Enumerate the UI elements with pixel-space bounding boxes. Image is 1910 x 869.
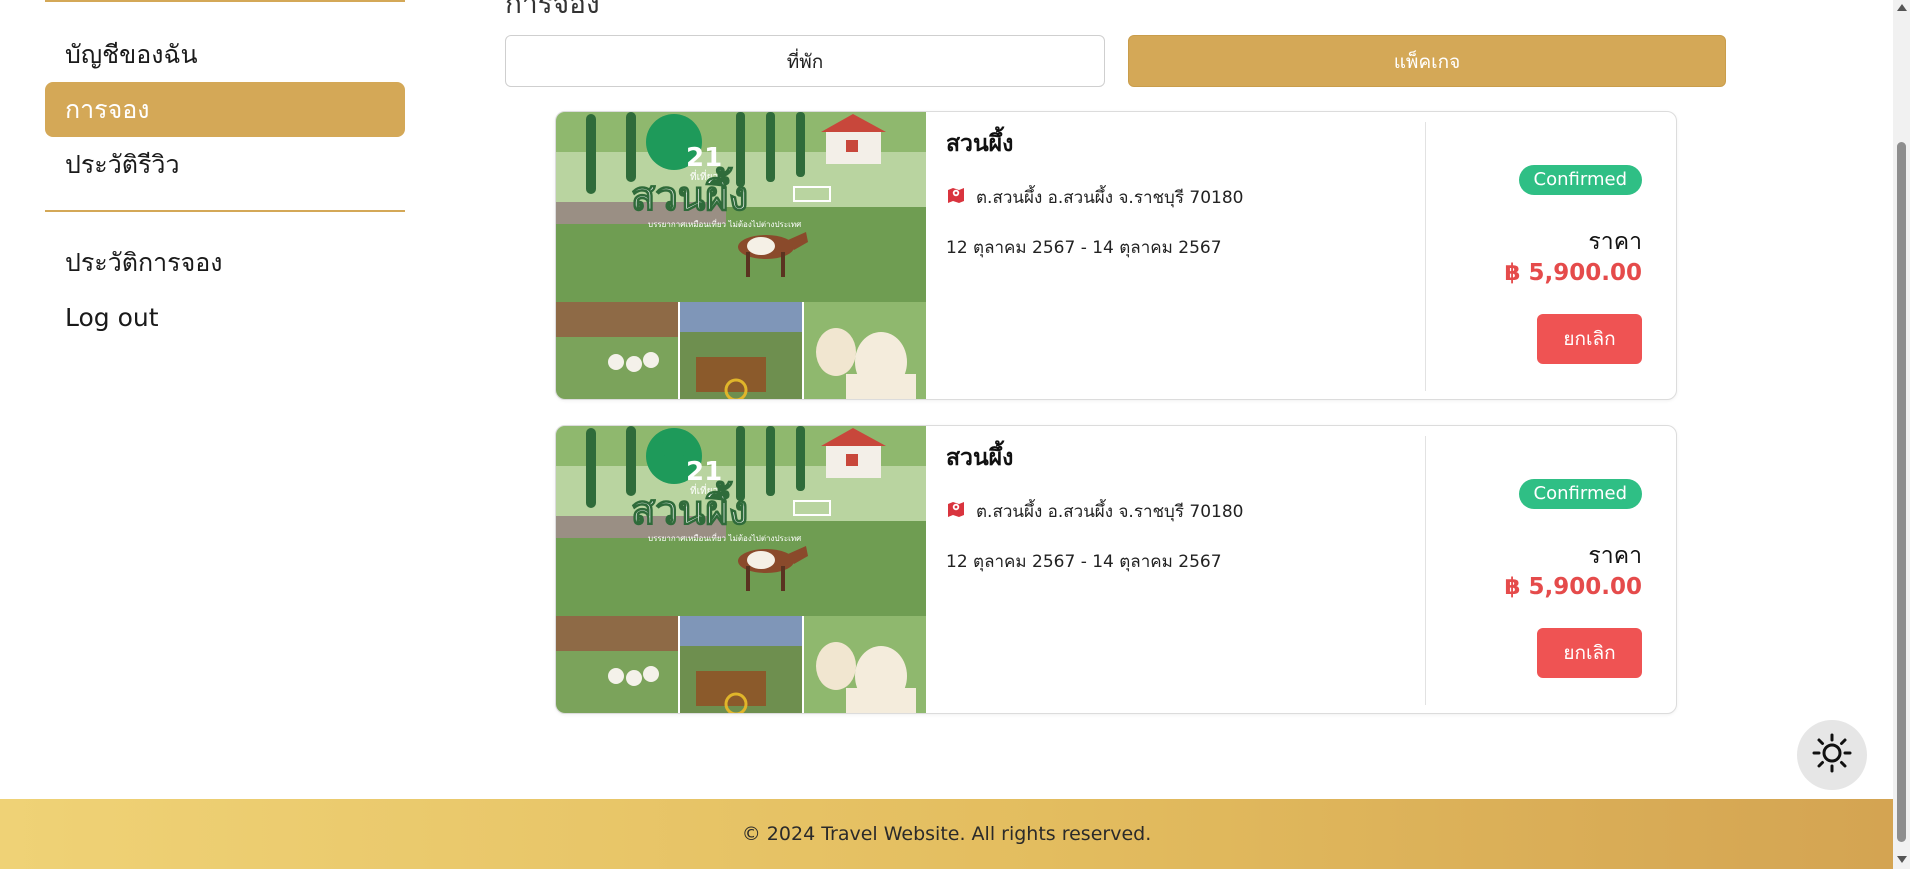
package-image-art: 21 ที่เที่ยว สวนผึ้ง บรรยากาศเหมือนเที่ย… [556, 426, 926, 713]
sun-icon [1812, 733, 1852, 777]
booking-location: ต.สวนผึ้ง อ.สวนผึ้ง จ.ราชบุรี 70180 [976, 188, 1244, 208]
footer-copyright: © 2024 Travel Website. All rights reserv… [741, 823, 1152, 845]
package-image-title: สวนผึ้ง [631, 481, 748, 534]
booking-location-row: ต.สวนผึ้ง อ.สวนผึ้ง จ.ราชบุรี 70180 [946, 184, 1243, 211]
sidebar-item-bookings[interactable]: การจอง [45, 82, 405, 137]
package-image-art: 21 ที่เที่ยว สวนผึ้ง บรรยากาศเหมือนเที่ย… [556, 112, 926, 399]
sidebar-item-booking-history[interactable]: ประวัติการจอง [45, 235, 405, 290]
cancel-button[interactable]: ยกเลิก [1537, 314, 1642, 364]
sidebar-top-divider [45, 0, 405, 2]
status-badge: Confirmed [1518, 165, 1642, 195]
booking-card: 21 ที่เที่ยว สวนผึ้ง บรรยากาศเหมือนเที่ย… [555, 425, 1677, 714]
map-pin-icon [946, 185, 966, 210]
booking-card-side: Confirmed ราคา ฿ 5,900.00 ยกเลิก [1426, 112, 1676, 399]
package-image-caption: บรรยากาศเหมือนเที่ยว ไม่ต้องไปต่างประเทศ [648, 218, 801, 229]
page-title: การจอง [505, 0, 600, 20]
package-image-badge-number: 21 [686, 457, 722, 487]
booking-card-body: สวนผึ้ง ต.สวนผึ้ง อ.สวนผึ้ง จ.ราชบุรี 70… [946, 426, 1456, 713]
map-pin-icon [946, 499, 966, 524]
footer: © 2024 Travel Website. All rights reserv… [0, 799, 1893, 869]
price-value: ฿ 5,900.00 [1504, 574, 1642, 600]
package-image-caption: บรรยากาศเหมือนเที่ยว ไม่ต้องไปต่างประเทศ [648, 532, 801, 543]
scrollbar-thumb[interactable] [1897, 142, 1906, 842]
package-image-title: สวนผึ้ง [631, 167, 748, 220]
scroll-up-arrow-icon[interactable] [1897, 4, 1907, 11]
price-label: ราคา [1588, 543, 1642, 569]
sidebar-item-my-account[interactable]: บัญชีของฉัน [45, 27, 405, 82]
package-image: 21 ที่เที่ยว สวนผึ้ง บรรยากาศเหมือนเที่ย… [556, 112, 926, 399]
booking-card-body: สวนผึ้ง ต.สวนผึ้ง อ.สวนผึ้ง จ.ราชบุรี 70… [946, 112, 1456, 399]
tab-accommodation[interactable]: ที่พัก [505, 35, 1105, 87]
tab-package[interactable]: แพ็คเกจ [1128, 35, 1726, 87]
package-image: 21 ที่เที่ยว สวนผึ้ง บรรยากาศเหมือนเที่ย… [556, 426, 926, 713]
sidebar-item-review-history[interactable]: ประวัติรีวิว [45, 137, 405, 192]
sidebar-item-logout[interactable]: Log out [45, 290, 405, 345]
booking-title: สวนผึ้ง [946, 445, 1014, 471]
booking-dates: 12 ตุลาคม 2567 - 14 ตุลาคม 2567 [946, 238, 1222, 258]
package-image-badge-number: 21 [686, 143, 722, 173]
booking-card-side: Confirmed ราคา ฿ 5,900.00 ยกเลิก [1426, 426, 1676, 713]
booking-location: ต.สวนผึ้ง อ.สวนผึ้ง จ.ราชบุรี 70180 [976, 502, 1244, 522]
scroll-down-arrow-icon[interactable] [1897, 856, 1907, 863]
status-badge: Confirmed [1518, 479, 1642, 509]
sidebar-divider [45, 210, 405, 212]
booking-location-row: ต.สวนผึ้ง อ.สวนผึ้ง จ.ราชบุรี 70180 [946, 498, 1243, 525]
cancel-button[interactable]: ยกเลิก [1537, 628, 1642, 678]
theme-toggle-button[interactable] [1797, 720, 1867, 790]
scrollbar[interactable] [1893, 0, 1910, 869]
booking-title: สวนผึ้ง [946, 131, 1014, 157]
price-value: ฿ 5,900.00 [1504, 260, 1642, 286]
booking-card: 21 ที่เที่ยว สวนผึ้ง บรรยากาศเหมือนเที่ย… [555, 111, 1677, 400]
booking-dates: 12 ตุลาคม 2567 - 14 ตุลาคม 2567 [946, 552, 1222, 572]
price-label: ราคา [1588, 229, 1642, 255]
